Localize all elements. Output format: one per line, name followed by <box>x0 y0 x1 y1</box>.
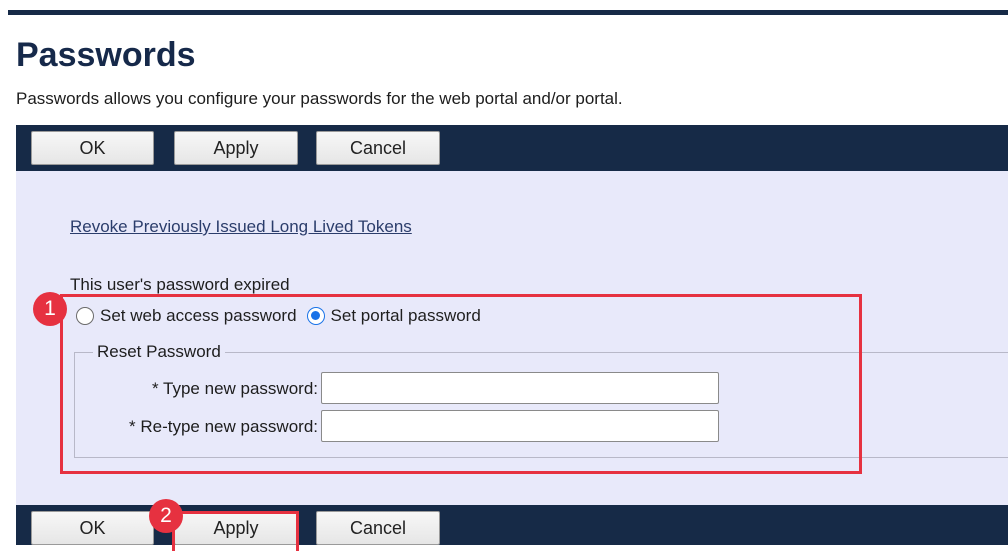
annotation-badge-2: 2 <box>149 499 183 533</box>
page-description: Passwords allows you configure your pass… <box>16 89 623 108</box>
password-type-radio-group: Set web access password Set portal passw… <box>76 306 491 326</box>
cancel-button-bottom[interactable]: Cancel <box>316 511 440 545</box>
top-rule <box>8 10 1008 15</box>
portal-password-radio[interactable] <box>306 307 325 325</box>
password-expired-label: This user's password expired <box>70 275 290 294</box>
new-password-field[interactable] <box>321 372 719 404</box>
reset-password-legend: Reset Password <box>93 342 225 362</box>
portal-password-label[interactable]: Set portal password <box>331 306 481 326</box>
page-title: Passwords <box>16 36 196 74</box>
annotation-badge-1: 1 <box>33 292 67 326</box>
reset-password-group: Reset Password * Type new password: * Re… <box>74 342 1008 458</box>
web-access-password-label[interactable]: Set web access password <box>100 306 297 326</box>
cancel-button-top[interactable]: Cancel <box>316 131 440 165</box>
top-toolbar: OK Apply Cancel <box>16 125 1008 171</box>
revoke-tokens-link[interactable]: Revoke Previously Issued Long Lived Toke… <box>70 217 412 237</box>
apply-button-top[interactable]: Apply <box>174 131 298 165</box>
retype-password-field[interactable] <box>321 410 719 442</box>
settings-panel: Revoke Previously Issued Long Lived Toke… <box>16 171 1008 505</box>
retype-password-label: * Re-type new password: <box>129 417 318 436</box>
apply-button-bottom[interactable]: Apply <box>174 511 298 545</box>
new-password-label: * Type new password: <box>152 379 318 398</box>
ok-button-bottom[interactable]: OK <box>31 511 154 545</box>
web-access-password-radio[interactable] <box>76 307 94 325</box>
ok-button-top[interactable]: OK <box>31 131 154 165</box>
